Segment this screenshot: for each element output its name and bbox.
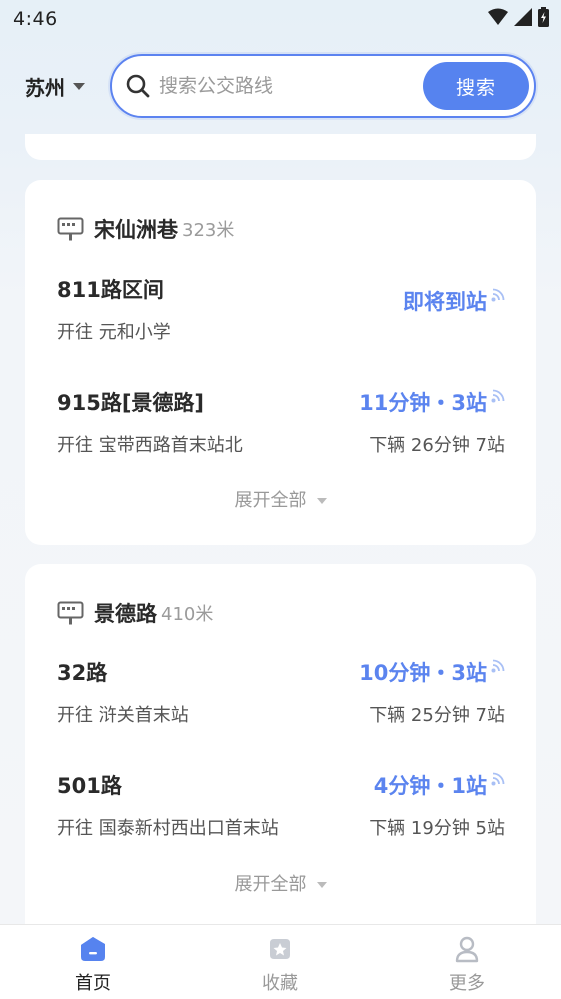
user-icon [455, 936, 479, 963]
route-eta: 即将到站 [403, 286, 505, 316]
route-name: 811路区间 [57, 278, 164, 302]
route-destination: 开往 浒关首末站 [57, 705, 189, 726]
route-item[interactable]: 32路 开往 浒关首末站 10分钟・3站 下辆 25分钟 7站 [57, 657, 505, 733]
nav-item-favorites[interactable]: 收藏 [220, 935, 340, 995]
bus-stop-sign-icon [57, 601, 84, 625]
stop-name: 宋仙洲巷 [94, 218, 178, 242]
stop-header: 宋仙洲巷 323米 [57, 214, 234, 244]
status-icons [488, 7, 549, 27]
search-box: 搜索 [110, 54, 536, 118]
chevron-down-icon [316, 882, 327, 888]
stop-distance: 323米 [182, 220, 235, 241]
status-time: 4:46 [13, 8, 58, 30]
route-name: 501路 [57, 774, 122, 798]
nav-item-more[interactable]: 更多 [407, 935, 527, 995]
route-destination: 开往 国泰新村西出口首末站 [57, 818, 279, 839]
expand-all-button[interactable]: 展开全部 [25, 486, 536, 512]
nav-label-more: 更多 [449, 973, 485, 994]
route-eta-text: 11分钟・3站 [359, 391, 487, 415]
nav-label-home: 首页 [75, 973, 111, 994]
bottom-nav: 首页 收藏 更多 [0, 924, 561, 999]
expand-all-label: 展开全部 [234, 490, 307, 511]
stop-header: 景德路 410米 [57, 598, 213, 628]
city-name: 苏州 [25, 76, 65, 100]
search-button[interactable]: 搜索 [423, 62, 529, 110]
expand-all-label: 展开全部 [234, 874, 307, 895]
route-next-bus: 下辆 26分钟 7站 [369, 435, 505, 456]
route-next-bus: 下辆 19分钟 5站 [369, 818, 505, 839]
stop-card[interactable]: 景德路 410米 32路 开往 浒关首末站 10分钟・3站 下辆 25分钟 7站… [25, 564, 536, 924]
route-name: 915路[景德路] [57, 391, 205, 415]
route-item[interactable]: 501路 开往 国泰新村西出口首末站 4分钟・1站 下辆 19分钟 5站 [57, 770, 505, 846]
stop-card-partial [25, 134, 536, 160]
route-destination: 开往 宝带西路首末站北 [57, 435, 243, 456]
route-eta: 10分钟・3站 [359, 657, 505, 687]
city-selector[interactable]: 苏州 [25, 72, 85, 101]
route-name: 32路 [57, 661, 108, 685]
stop-distance: 410米 [161, 604, 214, 625]
wifi-icon [488, 8, 508, 25]
search-icon [126, 74, 150, 98]
nav-label-favorites: 收藏 [262, 973, 298, 994]
chevron-down-icon [73, 83, 85, 90]
realtime-signal-icon [491, 772, 505, 786]
expand-all-button[interactable]: 展开全部 [25, 870, 536, 896]
cellular-signal-icon [514, 8, 532, 26]
home-icon [81, 937, 105, 961]
stop-card[interactable]: 宋仙洲巷 323米 811路区间 开往 元和小学 即将到站 915路[景德路] … [25, 180, 536, 545]
route-item[interactable]: 811路区间 开往 元和小学 即将到站 [57, 274, 505, 350]
search-input[interactable] [159, 70, 419, 102]
favorite-icon [270, 939, 290, 959]
route-eta-text: 4分钟・1站 [373, 774, 487, 798]
route-eta-text: 10分钟・3站 [359, 661, 487, 685]
status-bar: 4:46 [0, 0, 561, 40]
realtime-signal-icon [491, 659, 505, 673]
realtime-signal-icon [491, 389, 505, 403]
route-eta: 11分钟・3站 [359, 387, 505, 417]
chevron-down-icon [316, 498, 327, 504]
stop-list[interactable]: 宋仙洲巷 323米 811路区间 开往 元和小学 即将到站 915路[景德路] … [0, 134, 561, 924]
route-eta: 4分钟・1站 [374, 770, 505, 800]
route-eta-text: 即将到站 [403, 290, 487, 314]
route-destination: 开往 元和小学 [57, 322, 171, 343]
route-next-bus: 下辆 25分钟 7站 [369, 705, 505, 726]
stop-name: 景德路 [94, 602, 157, 626]
nav-item-home[interactable]: 首页 [33, 935, 153, 995]
bus-stop-sign-icon [57, 217, 84, 241]
realtime-signal-icon [491, 288, 505, 302]
header: 苏州 搜索 [0, 52, 561, 118]
battery-icon [538, 7, 549, 27]
route-item[interactable]: 915路[景德路] 开往 宝带西路首末站北 11分钟・3站 下辆 26分钟 7站 [57, 387, 505, 463]
